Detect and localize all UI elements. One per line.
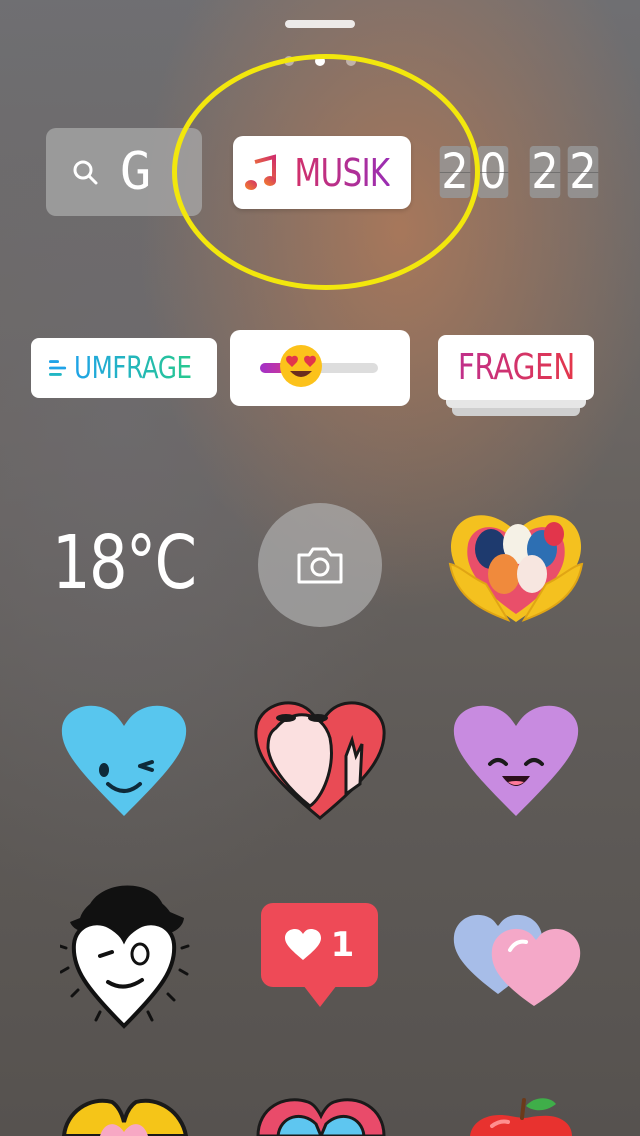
blue-winking-heart-icon[interactable] [60, 702, 188, 818]
emoji-slider-sticker[interactable] [230, 330, 410, 406]
poll-sticker-label: UMFRAGE [73, 350, 192, 386]
purple-smiling-heart-icon[interactable] [452, 702, 580, 818]
year-digit: 0 [477, 144, 509, 200]
heart-eyes-emoji-icon[interactable] [279, 344, 323, 388]
year-digit: 2 [567, 144, 599, 200]
like-count: 1 [330, 925, 355, 965]
year-digit: 2 [529, 144, 561, 200]
easter-eggs-heart-icon[interactable] [446, 504, 586, 624]
sheet-drag-handle[interactable] [285, 20, 355, 28]
search-sticker-label: G [120, 142, 152, 202]
camera-sticker-button[interactable] [258, 503, 382, 627]
red-heart-character-icon[interactable] [252, 698, 388, 822]
questions-sticker[interactable]: FRAGEN [438, 335, 594, 400]
camera-icon [297, 547, 343, 584]
highlight-circle-annotation [172, 54, 480, 290]
butterfly-heart-icon[interactable] [254, 1094, 388, 1136]
yellow-hands-heart-icon[interactable] [60, 1092, 190, 1136]
poll-sticker[interactable]: UMFRAGE [31, 338, 217, 398]
like-notification-pointer [303, 985, 337, 1007]
like-notification-sticker[interactable]: 1 [261, 903, 378, 987]
two-hearts-icon[interactable] [452, 904, 582, 1008]
questions-sticker-label: FRAGEN [457, 347, 575, 388]
search-icon [73, 160, 98, 185]
poll-bars-icon [49, 360, 67, 376]
hat-heart-character-icon[interactable] [60, 878, 190, 1030]
temperature-sticker[interactable]: 18°C [52, 520, 197, 606]
heart-icon [284, 929, 321, 960]
apple-icon[interactable] [466, 1094, 576, 1136]
